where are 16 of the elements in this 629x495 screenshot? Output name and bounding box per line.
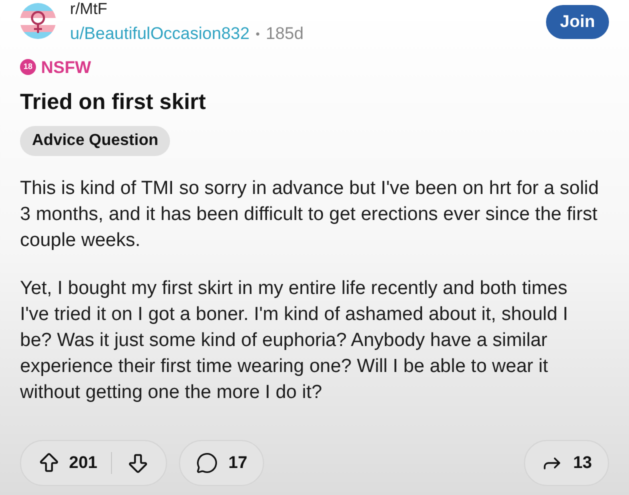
- nsfw-badge-icon: 18: [20, 59, 36, 76]
- upvote-count: 201: [69, 452, 98, 474]
- comments-button[interactable]: 17: [179, 440, 264, 486]
- subreddit-name[interactable]: r/MtF: [70, 1, 532, 19]
- post-age: 185d: [266, 23, 304, 45]
- comment-icon: [196, 452, 218, 474]
- upvote-icon[interactable]: [37, 451, 61, 475]
- nsfw-label: NSFW: [41, 56, 92, 78]
- post-title: Tried on first skirt: [20, 88, 206, 116]
- post-paragraph: This is kind of TMI so sorry in advance but I've been on hrt for a solid 3 months, and it has been difficult to get erections ever since the first couple weeks.: [20, 177, 600, 253]
- share-button[interactable]: 13: [524, 440, 609, 486]
- join-button[interactable]: Join: [546, 5, 609, 38]
- flair-tag[interactable]: Advice Question: [20, 126, 170, 156]
- subreddit-avatar-icon[interactable]: [20, 3, 56, 39]
- separator-dot: •: [256, 26, 260, 43]
- post-paragraph: Yet, I bought my first skirt in my entire life recently and both times I've tried it on I got a boner. I'm kind of ashamed about it, should I be? Was it just some kind of euphoria? Anybody have a similar experience their first time wearing one? Will I be able to wear it without getting one the more I do it?: [20, 277, 570, 405]
